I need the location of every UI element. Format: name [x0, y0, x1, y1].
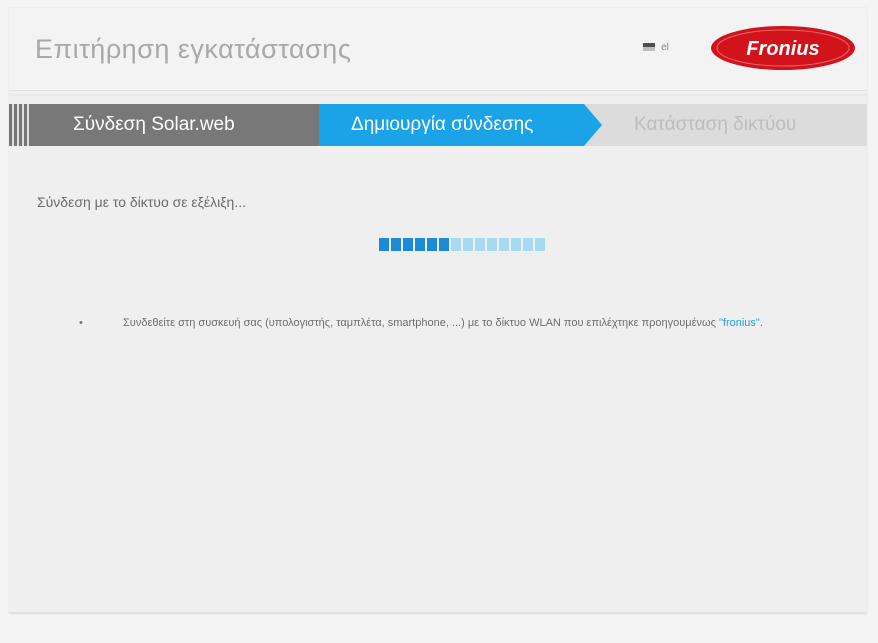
progress-indicator	[379, 238, 545, 251]
note-text: Συνδεθείτε στη συσκευή σας (υπολογιστής,…	[123, 316, 819, 330]
progress-segment	[499, 238, 509, 251]
step-create-connection[interactable]: Δημιουργία σύνδεσης	[319, 104, 602, 146]
note-body: Συνδεθείτε στη συσκευή σας (υπολογιστής,…	[123, 317, 719, 329]
fronius-logo: Fronius	[711, 26, 855, 70]
progress-segment	[535, 238, 545, 251]
progress-segment	[403, 238, 413, 251]
progress-segment	[415, 238, 425, 251]
step-label: Δημιουργία σύνδεσης	[351, 114, 534, 135]
header: Επιτήρηση εγκατάστασης el Fronius	[9, 8, 867, 91]
status-text: Σύνδεση με το δίκτυο σε εξέλιξη...	[37, 194, 246, 210]
language-code: el	[661, 41, 669, 53]
progress-segment	[475, 238, 485, 251]
progress-segment	[511, 238, 521, 251]
instruction-note: • Συνδεθείτε στη συσκευή σας (υπολογιστή…	[79, 316, 819, 330]
step-network-status: Κατάσταση δικτύου	[634, 114, 797, 135]
app-frame: Επιτήρηση εγκατάστασης el Fronius Σύνδεσ…	[9, 8, 867, 614]
step-label: Σύνδεση Solar.web	[73, 114, 235, 135]
svg-text:Fronius: Fronius	[746, 38, 819, 60]
progress-segment	[427, 238, 437, 251]
step-bar: Σύνδεση Solar.web Δημιουργία σύνδεσης Κα…	[9, 104, 867, 146]
step-bar-lead	[9, 104, 31, 146]
language-selector[interactable]: el	[629, 35, 683, 59]
footer-divider	[9, 612, 867, 614]
bullet: •	[79, 317, 83, 329]
step-solarweb[interactable]: Σύνδεση Solar.web	[31, 104, 319, 146]
progress-segment	[463, 238, 473, 251]
progress-segment	[451, 238, 461, 251]
progress-segment	[523, 238, 533, 251]
network-name-link: "fronius"	[719, 317, 760, 329]
header-divider	[9, 94, 867, 96]
progress-segment	[487, 238, 497, 251]
progress-segment	[379, 238, 389, 251]
main-content: Σύνδεση με το δίκτυο σε εξέλιξη... • Συν…	[9, 146, 867, 616]
progress-segment	[439, 238, 449, 251]
page-title: Επιτήρηση εγκατάστασης	[35, 34, 352, 64]
note-suffix: .	[759, 317, 763, 329]
progress-segment	[391, 238, 401, 251]
flag-icon	[643, 43, 656, 51]
